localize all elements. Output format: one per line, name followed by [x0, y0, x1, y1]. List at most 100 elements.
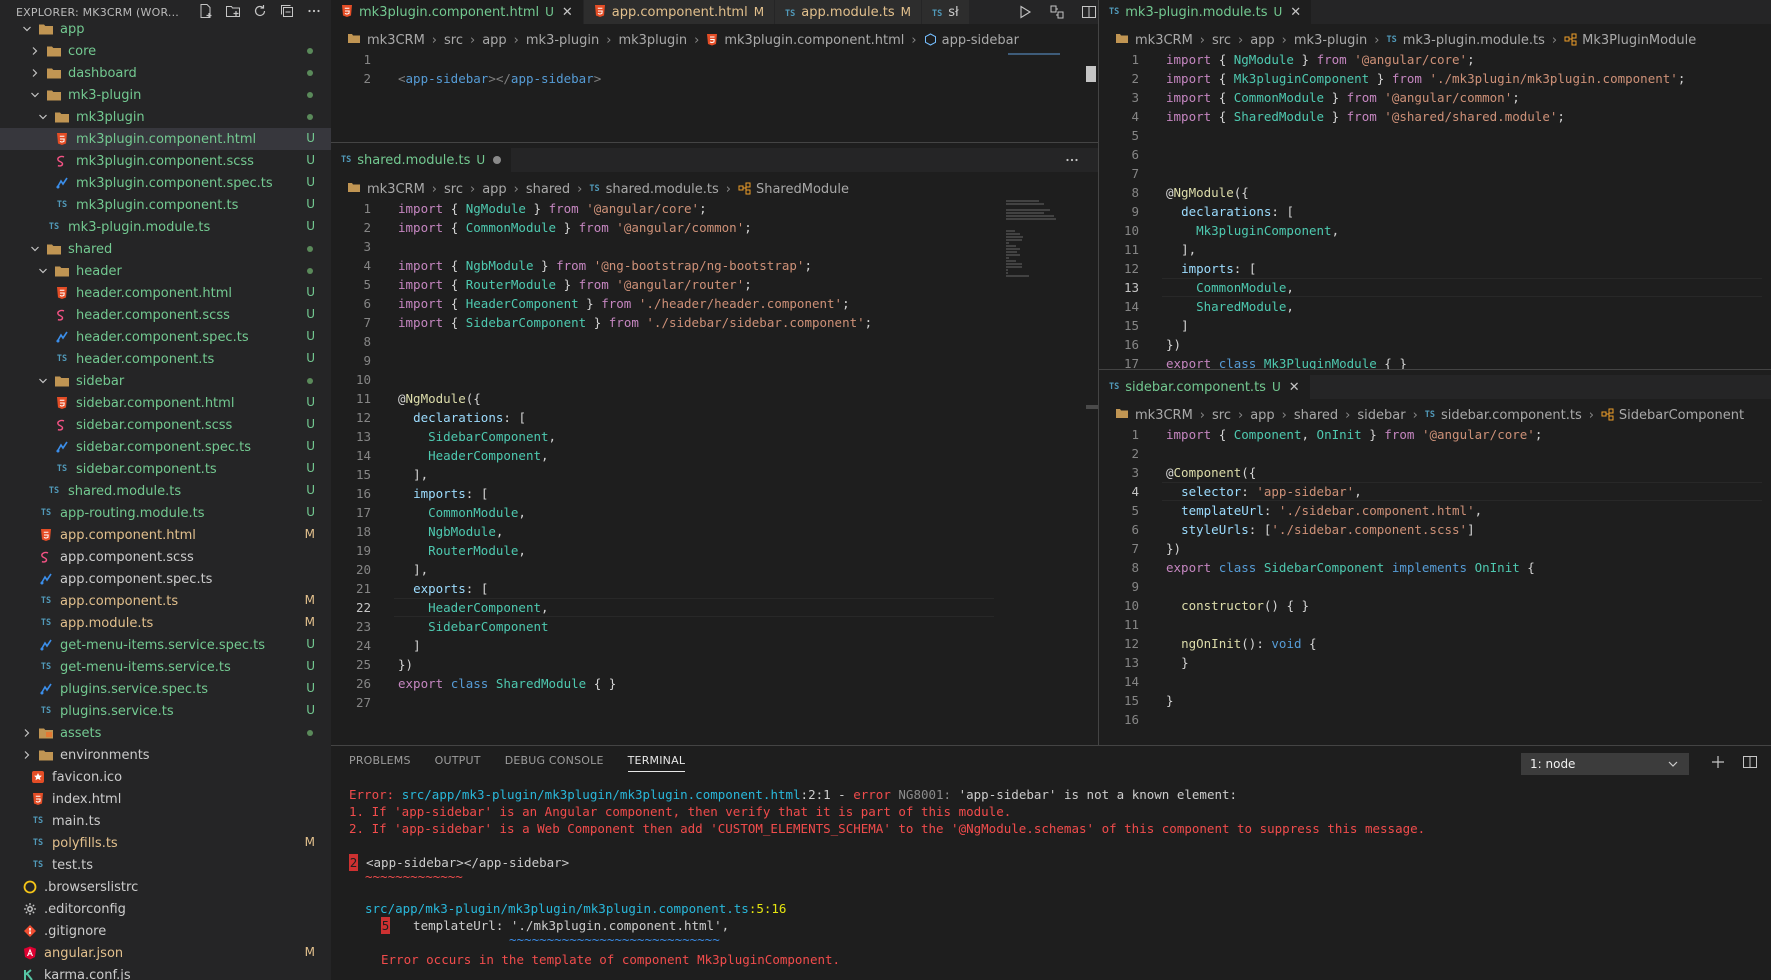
tree-file[interactable]: TS polyfills.ts M	[0, 832, 331, 854]
breadcrumb-item[interactable]: src	[444, 182, 463, 197]
tree-folder[interactable]: assets	[0, 722, 331, 744]
chevron-down-icon[interactable]	[36, 109, 50, 125]
tree-file[interactable]: mk3plugin.component.html U	[0, 128, 331, 150]
panel-tab-debug-console[interactable]: DEBUG CONSOLE	[505, 754, 604, 772]
new-file-icon[interactable]	[197, 2, 215, 20]
chevron-right-icon[interactable]	[28, 65, 42, 81]
tree-file[interactable]: header.component.spec.ts U	[0, 326, 331, 348]
tree-file[interactable]: favicon.ico	[0, 766, 331, 788]
tree-file[interactable]: sidebar.component.html U	[0, 392, 331, 414]
terminal-select[interactable]: 1: node	[1521, 753, 1689, 775]
breadcrumb-item[interactable]: app	[482, 182, 506, 197]
tree-file[interactable]: TS mk3plugin.component.ts U	[0, 194, 331, 216]
breadcrumb-item[interactable]: shared	[1294, 408, 1338, 423]
tree-file[interactable]: sidebar.component.spec.ts U	[0, 436, 331, 458]
editor-tab[interactable]: TS sł	[921, 0, 970, 24]
tree-file[interactable]: mk3plugin.component.spec.ts U	[0, 172, 331, 194]
new-folder-icon[interactable]	[224, 2, 242, 20]
breadcrumb-item[interactable]: app	[1250, 408, 1274, 423]
run-icon[interactable]	[1016, 3, 1034, 21]
tree-file[interactable]: TS mk3-plugin.module.ts U	[0, 216, 331, 238]
breadcrumb-item[interactable]: mk3CRM	[1135, 408, 1193, 423]
tree-file[interactable]: TS get-menu-items.service.ts U	[0, 656, 331, 678]
tree-file[interactable]: TS shared.module.ts U	[0, 480, 331, 502]
collapse-all-icon[interactable]	[278, 2, 296, 20]
editor-tab[interactable]: app.component.html M	[583, 0, 776, 24]
breadcrumb-item[interactable]: app-sidebar	[942, 33, 1019, 48]
tree-file[interactable]: TS header.component.ts U	[0, 348, 331, 370]
breadcrumb-item[interactable]: mk3plugin	[618, 33, 687, 48]
chevron-right-icon[interactable]	[28, 43, 42, 59]
tree-file[interactable]: plugins.service.spec.ts U	[0, 678, 331, 700]
tree-file[interactable]: app.component.spec.ts	[0, 568, 331, 590]
breadcrumb-item[interactable]: app	[482, 33, 506, 48]
tree-file[interactable]: karma.conf.js	[0, 964, 331, 980]
tab-shared-module[interactable]: TS shared.module.ts U	[331, 148, 513, 172]
breadcrumb-item[interactable]: mk3CRM	[1135, 33, 1193, 48]
tree-file[interactable]: .editorconfig	[0, 898, 331, 920]
tree-folder[interactable]: mk3plugin	[0, 106, 331, 128]
tree-file[interactable]: header.component.scss U	[0, 304, 331, 326]
tree-file[interactable]: app.component.scss	[0, 546, 331, 568]
tree-folder[interactable]: shared	[0, 238, 331, 260]
tree-file[interactable]: header.component.html U	[0, 282, 331, 304]
breadcrumb-item[interactable]: mk3CRM	[367, 33, 425, 48]
tab-mk3-plugin-module[interactable]: TS mk3-plugin.module.ts U ✕	[1099, 0, 1313, 24]
split-editor-icon[interactable]	[1080, 3, 1098, 21]
chevron-right-icon[interactable]	[20, 747, 34, 763]
refresh-icon[interactable]	[251, 2, 269, 20]
tree-folder[interactable]: dashboard	[0, 62, 331, 84]
code-editor-mk3plugin-html[interactable]: 1 2 <app-sidebar></app-sidebar>	[331, 50, 1101, 140]
more-icon[interactable]	[305, 2, 323, 20]
panel-tab-problems[interactable]: PROBLEMS	[349, 754, 411, 772]
chevron-down-icon[interactable]	[36, 263, 50, 279]
tree-file[interactable]: sidebar.component.scss U	[0, 414, 331, 436]
editor-tab[interactable]: mk3plugin.component.html U ✕	[331, 0, 584, 24]
breadcrumb-item[interactable]: Mk3PluginModule	[1582, 33, 1696, 48]
more-icon[interactable]	[1063, 151, 1081, 169]
tab-sidebar-component[interactable]: TS sidebar.component.ts U ✕	[1099, 375, 1311, 399]
chevron-down-icon[interactable]	[28, 87, 42, 103]
chevron-down-icon[interactable]	[36, 373, 50, 389]
tree-file[interactable]: TS plugins.service.ts U	[0, 700, 331, 722]
breadcrumb-item[interactable]: SidebarComponent	[1619, 408, 1744, 423]
minimap-slider[interactable]	[1008, 53, 1060, 55]
breadcrumb-item[interactable]: shared	[526, 182, 570, 197]
unsaved-dot-icon[interactable]	[493, 156, 502, 164]
code-editor-mk3-plugin-module[interactable]: 1 import { NgModule } from '@angular/core…	[1099, 50, 1771, 370]
panel-tab-terminal[interactable]: TERMINAL	[627, 754, 686, 772]
compare-icon[interactable]	[1048, 3, 1066, 21]
code-editor-sidebar-component[interactable]: 1 import { Component, OnInit } from '@ang…	[1099, 425, 1771, 745]
split-terminal-icon[interactable]	[1741, 753, 1759, 771]
close-icon[interactable]: ✕	[1290, 5, 1301, 20]
chevron-down-icon[interactable]	[28, 241, 42, 257]
tree-file[interactable]: TS test.ts	[0, 854, 331, 876]
breadcrumb-item[interactable]: sidebar.component.ts	[1441, 408, 1582, 423]
tree-folder[interactable]: core	[0, 40, 331, 62]
tree-file[interactable]: TS app.module.ts M	[0, 612, 331, 634]
tree-file[interactable]: angular.json M	[0, 942, 331, 964]
tree-folder[interactable]: sidebar	[0, 370, 331, 392]
tree-file[interactable]: app.component.html M	[0, 524, 331, 546]
close-icon[interactable]: ✕	[562, 5, 573, 20]
breadcrumb-item[interactable]: src	[1212, 33, 1231, 48]
breadcrumb-item[interactable]: mk3-plugin	[526, 33, 599, 48]
breadcrumb-item[interactable]: mk3-plugin.module.ts	[1403, 33, 1545, 48]
breadcrumb-item[interactable]: src	[444, 33, 463, 48]
breadcrumb-item[interactable]: src	[1212, 408, 1231, 423]
tree-file[interactable]: TS app-routing.module.ts U	[0, 502, 331, 524]
tree-file[interactable]: mk3plugin.component.scss U	[0, 150, 331, 172]
breadcrumb-item[interactable]: mk3-plugin	[1294, 33, 1367, 48]
tree-file[interactable]: TS main.ts	[0, 810, 331, 832]
tree-file[interactable]: index.html	[0, 788, 331, 810]
close-icon[interactable]: ✕	[1289, 380, 1300, 395]
tree-file[interactable]: TS sidebar.component.ts U	[0, 458, 331, 480]
tree-file[interactable]: get-menu-items.service.spec.ts U	[0, 634, 331, 656]
add-terminal-icon[interactable]	[1709, 753, 1727, 771]
breadcrumb-item[interactable]: sidebar	[1357, 408, 1405, 423]
tree-file[interactable]: TS app.component.ts M	[0, 590, 331, 612]
tree-file[interactable]: .browserslistrc	[0, 876, 331, 898]
code-editor-shared-module[interactable]: 1 import { NgModule } from '@angular/core…	[331, 199, 1101, 714]
breadcrumb-item[interactable]: app	[1250, 33, 1274, 48]
breadcrumb-item[interactable]: mk3plugin.component.html	[724, 33, 904, 48]
